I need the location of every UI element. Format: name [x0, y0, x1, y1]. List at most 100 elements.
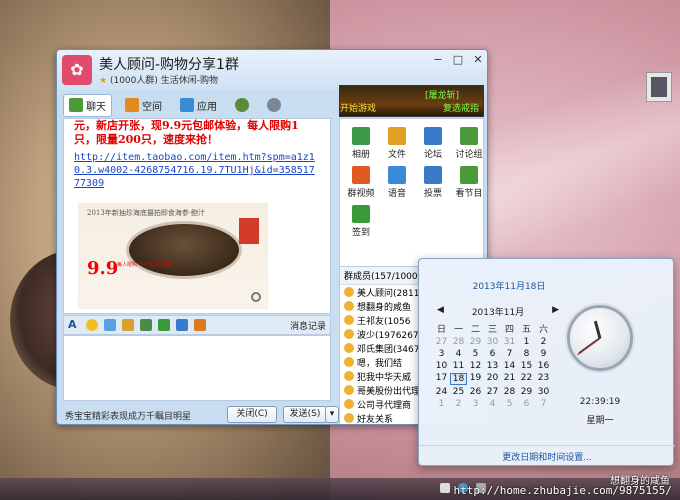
prev-month-icon[interactable]: ◀: [437, 305, 444, 318]
calendar-day[interactable]: 5: [467, 349, 484, 359]
promo-tag: 每人限购一只 元/头/包邮: [117, 262, 172, 268]
calendar-day[interactable]: 31: [501, 337, 518, 347]
calendar-day[interactable]: 30: [535, 387, 552, 397]
calendar-day[interactable]: 2: [450, 399, 467, 409]
calendar-day[interactable]: 6: [484, 349, 501, 359]
app-item[interactable]: 签到: [346, 205, 376, 238]
calendar-day[interactable]: 27: [484, 387, 501, 397]
send-button[interactable]: 发送(S): [283, 406, 327, 423]
promo-image[interactable]: 2013年新抽珍海底摄拍即食海参·鲍汁 9.9 每人限购一只 元/头/包邮: [78, 203, 268, 309]
font-icon[interactable]: A: [68, 319, 80, 331]
calendar-header: ◀ 2013年11月 ▶: [433, 305, 563, 318]
emoji-icon[interactable]: [86, 319, 98, 331]
calendar-day[interactable]: 10: [433, 361, 450, 371]
calendar-day[interactable]: 30: [484, 337, 501, 347]
calendar-day[interactable]: 17: [433, 373, 450, 385]
chat-history[interactable]: 元，新店开张，现9.9元包邮体验，每人限购1只，限量200只，速度来抢！ htt…: [63, 118, 331, 314]
gift-icon[interactable]: [194, 319, 206, 331]
video-icon[interactable]: [176, 319, 188, 331]
calendar-day[interactable]: 1: [433, 399, 450, 409]
app-icon: [352, 166, 370, 184]
calendar-day[interactable]: 4: [450, 349, 467, 359]
calendar-day[interactable]: 16: [535, 361, 552, 371]
app-item[interactable]: 投票: [418, 166, 448, 199]
app-item[interactable]: 讨论组: [454, 127, 484, 160]
calendar-day[interactable]: 9: [535, 349, 552, 359]
gear-icon: [267, 98, 281, 112]
zoom-icon[interactable]: [251, 292, 261, 302]
calendar-day[interactable]: 2: [535, 337, 552, 347]
app-item[interactable]: 相册: [346, 127, 376, 160]
calendar-day[interactable]: 15: [518, 361, 535, 371]
tab-space[interactable]: 空间: [120, 95, 167, 116]
promo-price: 9.9: [87, 258, 119, 279]
calendar-month[interactable]: 2013年11月: [472, 305, 524, 318]
close-icon[interactable]: ✕: [471, 53, 485, 66]
chat-message-link[interactable]: http://item.taobao.com/item.htm?spm=a1z1…: [64, 147, 330, 190]
add-member-button[interactable]: [230, 95, 254, 115]
tray-icon[interactable]: [440, 483, 450, 493]
calendar-day[interactable]: 29: [518, 387, 535, 397]
calendar-day[interactable]: 14: [501, 361, 518, 371]
change-datetime-link[interactable]: 更改日期和时间设置...: [419, 445, 675, 463]
calendar-day[interactable]: 4: [484, 399, 501, 409]
calendar-day[interactable]: 27: [433, 337, 450, 347]
calendar-day[interactable]: 6: [518, 399, 535, 409]
calendar-day[interactable]: 29: [467, 337, 484, 347]
calendar-day[interactable]: 25: [450, 387, 467, 397]
group-logo-icon[interactable]: ✿: [62, 55, 92, 85]
app-icon: [424, 166, 442, 184]
game-ad-banner[interactable]: [屠龙斩] 开始游戏 复选戒指: [339, 85, 484, 117]
calendar-day[interactable]: 12: [467, 361, 484, 371]
calendar-day[interactable]: 11: [450, 361, 467, 371]
calendar-day[interactable]: 3: [433, 349, 450, 359]
tab-chat[interactable]: 聊天: [63, 93, 112, 117]
calendar-day[interactable]: 22: [518, 373, 535, 385]
calendar-day[interactable]: 20: [484, 373, 501, 385]
calendar-day[interactable]: 18: [450, 373, 467, 385]
calendar-day[interactable]: 13: [484, 361, 501, 371]
close-button[interactable]: 关闭(C): [227, 406, 277, 423]
tab-apps[interactable]: 应用: [175, 95, 222, 116]
calendar-day[interactable]: 28: [501, 387, 518, 397]
minimize-icon[interactable]: −: [431, 53, 445, 66]
app-item[interactable]: 看节目: [454, 166, 484, 199]
calendar-day[interactable]: 21: [501, 373, 518, 385]
add-user-icon: [235, 98, 249, 112]
calendar-day[interactable]: 3: [467, 399, 484, 409]
calendar-day[interactable]: 7: [501, 349, 518, 359]
app-item[interactable]: 论坛: [418, 127, 448, 160]
image-icon[interactable]: [104, 319, 116, 331]
next-month-icon[interactable]: ▶: [552, 305, 559, 318]
app-item[interactable]: 群视频: [346, 166, 376, 199]
member-avatar: [344, 329, 354, 339]
member-name: 嗯，我们结: [357, 358, 403, 369]
member-avatar: [344, 399, 354, 409]
send-options-button[interactable]: ▾: [325, 406, 339, 423]
edit-icon[interactable]: [122, 319, 134, 331]
calendar: ◀ 2013年11月 ▶ 日一二三四五六 27 28 29 30 31 1 2 3 4 5 6 7 8 9 1…: [433, 305, 563, 409]
music-icon[interactable]: [158, 319, 170, 331]
app-item[interactable]: 文件: [382, 127, 412, 160]
message-input[interactable]: [63, 335, 331, 401]
window-footer: 秀宝宝精彩表现成万千瞩目明星 关闭(C) 发送(S) ▾: [63, 404, 339, 424]
settings-button[interactable]: [262, 95, 286, 115]
maximize-icon[interactable]: □: [451, 53, 465, 66]
input-toolbar: A 消息记录: [63, 315, 331, 335]
screenshot-icon[interactable]: [140, 319, 152, 331]
message-record-button[interactable]: 消息记录: [290, 319, 326, 332]
calendar-day[interactable]: 19: [467, 373, 484, 385]
calendar-day[interactable]: 5: [501, 399, 518, 409]
calendar-day[interactable]: 8: [518, 349, 535, 359]
member-avatar: [344, 413, 354, 423]
footer-ad-link[interactable]: 秀宝宝精彩表现成万千瞩目明星: [65, 409, 191, 422]
app-item[interactable]: 语音: [382, 166, 412, 199]
calendar-day[interactable]: 26: [467, 387, 484, 397]
calendar-day[interactable]: 7: [535, 399, 552, 409]
desktop-shortcut-icon[interactable]: [646, 72, 672, 102]
full-date-link[interactable]: 2013年11月18日: [419, 279, 599, 292]
calendar-day[interactable]: 28: [450, 337, 467, 347]
calendar-day[interactable]: 1: [518, 337, 535, 347]
calendar-day[interactable]: 23: [535, 373, 552, 385]
calendar-day[interactable]: 24: [433, 387, 450, 397]
